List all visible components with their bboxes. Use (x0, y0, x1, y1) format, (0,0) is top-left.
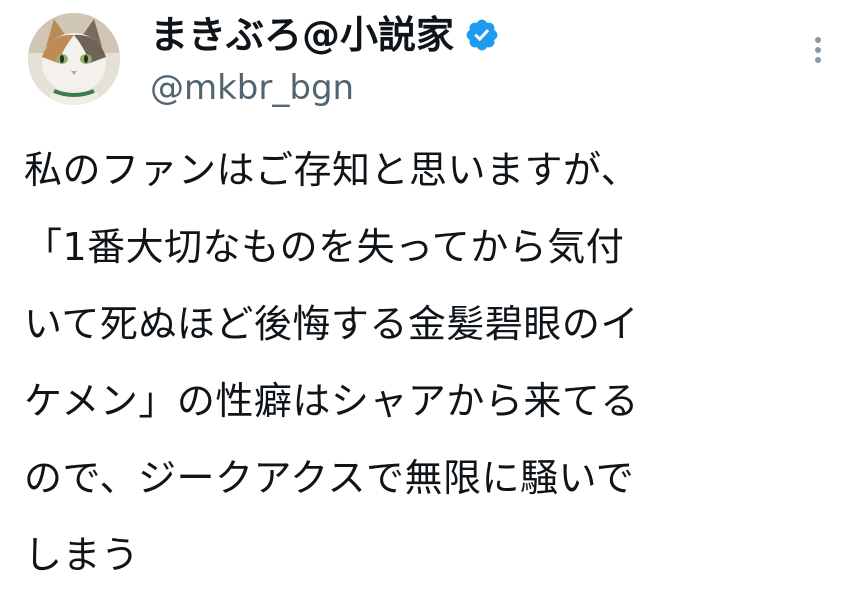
tweet-text-line: しまう (24, 533, 140, 577)
tweet-text: 私のファンはご存知と思いますが、 「1番大切なものを失ってから気付 いて死ぬほど… (24, 132, 844, 594)
author-display-name[interactable]: まきぶろ@小説家 (150, 10, 454, 60)
author-handle[interactable]: @mkbr_bgn (150, 66, 354, 110)
author-name-row: まきぶろ@小説家 (150, 10, 500, 60)
tweet-text-line: いて死ぬほど後悔する金髪碧眼のイ (24, 302, 639, 346)
tweet-text-line: ケメン」の性癖はシャアから来てる (24, 379, 639, 423)
tweet-card: まきぶろ@小説家 @mkbr_bgn 私のファンはご存知と思いますが、 「1番大… (0, 0, 864, 593)
tweet-text-line: ので、ジークアクスで無限に騒いで (24, 456, 635, 500)
verified-badge-icon (464, 17, 500, 53)
cat-avatar-icon (28, 13, 120, 105)
tweet-text-line: 「1番大切なものを失ってから気付 (24, 225, 625, 269)
tweet-text-line: 私のファンはご存知と思いますが、 (24, 148, 640, 192)
avatar[interactable] (28, 13, 120, 105)
tweet-header: まきぶろ@小説家 @mkbr_bgn (0, 0, 864, 120)
more-vertical-icon[interactable] (806, 30, 830, 70)
